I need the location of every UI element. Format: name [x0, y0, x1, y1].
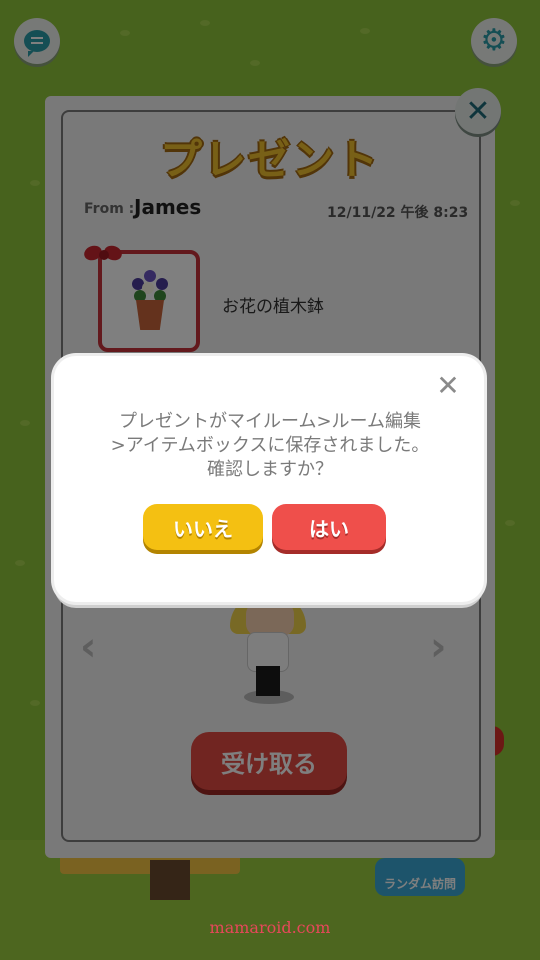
no-button[interactable]: いいえ	[143, 504, 263, 550]
watermark: mamaroid.com	[209, 918, 331, 937]
dialog-message-line: >アイテムボックスに保存されました。	[110, 435, 430, 456]
dialog-close-icon[interactable]: ✕	[434, 372, 462, 400]
dialog-message-line: 確認しますか？	[207, 459, 333, 480]
dialog-message-line: プレゼントがマイルーム>ルーム編集	[118, 411, 421, 432]
yes-button[interactable]: はい	[272, 504, 386, 550]
dialog-message: プレゼントがマイルーム>ルーム編集 >アイテムボックスに保存されました。 確認し…	[60, 410, 480, 482]
